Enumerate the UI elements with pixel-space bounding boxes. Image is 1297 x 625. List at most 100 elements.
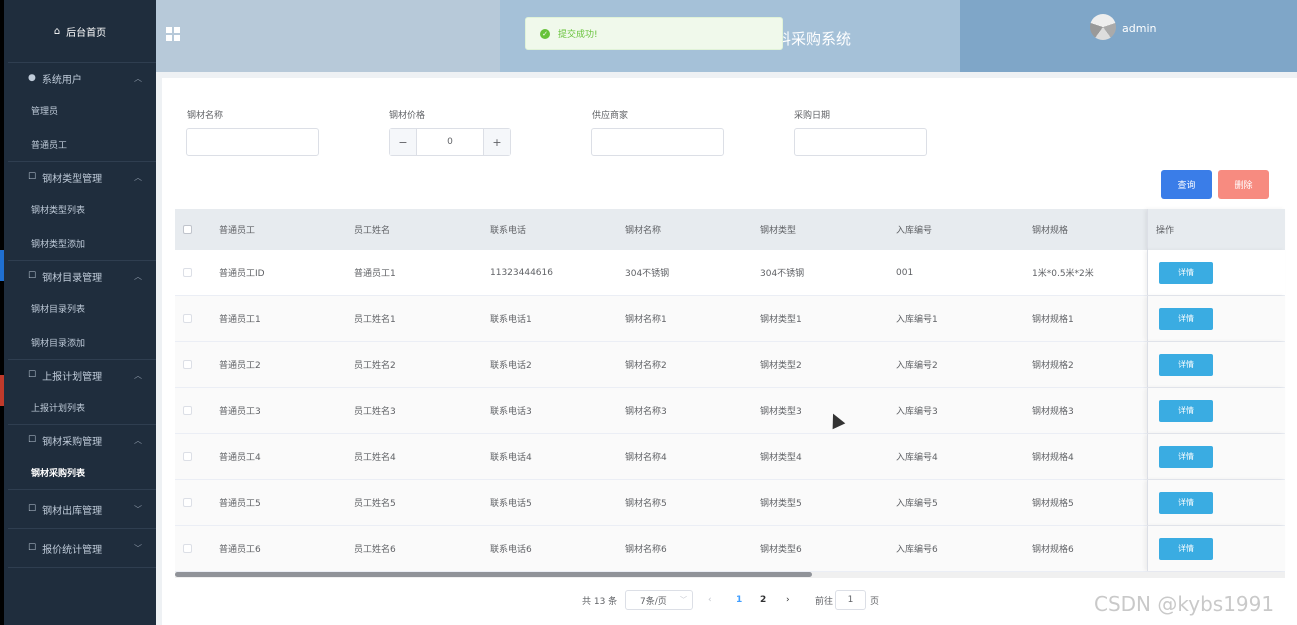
doc-icon: ☐ bbox=[28, 370, 37, 380]
detail-button[interactable]: 详情 bbox=[1159, 261, 1213, 284]
table-cell: 入库编号3 bbox=[896, 407, 938, 417]
table-cell: 钢材规格1 bbox=[1032, 315, 1074, 325]
sidebar: ⌂ 后台首页 ● 系统用户 ︿ 管理员 普通员工 ☐ 钢材类型管理 ︿ 钢材类型… bbox=[4, 0, 156, 625]
column-header: 钢材规格 bbox=[1032, 226, 1069, 236]
sidebar-item-staff[interactable]: 普通员工 bbox=[4, 127, 156, 161]
scrollbar-thumb[interactable] bbox=[175, 572, 812, 577]
detail-button[interactable]: 详情 bbox=[1159, 307, 1213, 330]
row-checkbox[interactable] bbox=[183, 544, 192, 553]
success-icon: ✓ bbox=[540, 28, 550, 39]
sidebar-group-label: 报价统计管理 bbox=[42, 544, 103, 556]
table-cell: 联系电话6 bbox=[490, 545, 532, 555]
sidebar-group-label: 系统用户 bbox=[41, 74, 82, 86]
table-row: 普通员工6 员工姓名6 联系电话6 钢材名称6 钢材类型6 入库编号6 钢材规格6 详情 bbox=[175, 526, 1285, 572]
goto-label: 前往 bbox=[815, 596, 834, 607]
goto-page-input[interactable]: 1 bbox=[835, 590, 866, 610]
sidebar-group-steel-purchase[interactable]: ☐ 钢材采购管理 ︿ bbox=[4, 425, 156, 455]
app-title: 料采购系统 bbox=[776, 30, 852, 48]
chevron-down-icon: ﹀ bbox=[134, 543, 142, 553]
row-checkbox[interactable] bbox=[183, 452, 192, 461]
table-cell: 钢材规格2 bbox=[1032, 361, 1074, 371]
page-unit-label: 页 bbox=[870, 596, 880, 607]
table-cell: 员工姓名2 bbox=[354, 361, 396, 371]
table-cell: 普通员工3 bbox=[219, 407, 261, 417]
row-checkbox[interactable] bbox=[183, 498, 192, 507]
table-row: 普通员工2 员工姓名2 联系电话2 钢材名称2 钢材类型2 入库编号2 钢材规格2 详情 bbox=[175, 342, 1285, 388]
steel-name-label: 钢材名称 bbox=[187, 111, 224, 121]
table-cell: 钢材类型2 bbox=[760, 361, 802, 371]
query-button[interactable]: 查询 bbox=[1161, 170, 1212, 199]
table-cell: 钢材规格4 bbox=[1032, 453, 1074, 463]
home-icon: ⌂ bbox=[53, 25, 61, 37]
table-cell: 普通员工ID bbox=[219, 269, 265, 279]
steel-name-input[interactable] bbox=[186, 128, 319, 156]
detail-button[interactable]: 详情 bbox=[1159, 537, 1213, 560]
grid-icon[interactable] bbox=[166, 27, 180, 41]
sidebar-group-steel-catalog[interactable]: ☐ 钢材目录管理 ︿ bbox=[4, 261, 156, 291]
table-cell: 钢材类型6 bbox=[760, 545, 802, 555]
table-cell: 入库编号5 bbox=[896, 499, 938, 509]
column-header: 员工姓名 bbox=[354, 226, 391, 236]
row-checkbox[interactable] bbox=[183, 314, 192, 323]
detail-button[interactable]: 详情 bbox=[1159, 399, 1213, 422]
sidebar-item-steel-catalog-add[interactable]: 钢材目录添加 bbox=[4, 325, 156, 359]
table-cell: 钢材规格3 bbox=[1032, 407, 1074, 417]
table-cell: 员工姓名1 bbox=[354, 315, 396, 325]
chevron-up-icon: ︿ bbox=[134, 370, 142, 380]
sidebar-group-steel-outbound[interactable]: ☐ 钢材出库管理 ﹀ bbox=[4, 490, 156, 528]
table-cell: 1米*0.5米*2米 bbox=[1032, 269, 1094, 279]
main-content: 钢材名称 钢材价格 − 0 + 供应商家 采购日期 查询 删除 普通员工 员工姓… bbox=[162, 78, 1297, 625]
purchase-table: 普通员工 员工姓名 联系电话 钢材名称 钢材类型 入库编号 钢材规格 操作 普通… bbox=[175, 209, 1285, 572]
toast-message: 提交成功! bbox=[558, 30, 598, 40]
supplier-input[interactable] bbox=[591, 128, 724, 156]
purchase-date-input[interactable] bbox=[794, 128, 927, 156]
sidebar-item-admin[interactable]: 管理员 bbox=[4, 93, 156, 127]
row-checkbox[interactable] bbox=[183, 406, 192, 415]
sidebar-group-steel-type[interactable]: ☐ 钢材类型管理 ︿ bbox=[4, 162, 156, 192]
sidebar-group-label: 钢材出库管理 bbox=[42, 505, 103, 517]
sidebar-group-quote-stats[interactable]: ☐ 报价统计管理 ﹀ bbox=[4, 529, 156, 567]
table-cell: 钢材类型4 bbox=[760, 453, 802, 463]
detail-button[interactable]: 详情 bbox=[1159, 491, 1213, 514]
table-cell: 001 bbox=[896, 267, 914, 278]
prev-page-icon[interactable]: ‹ bbox=[708, 590, 712, 610]
sidebar-item-label: 上报计划列表 bbox=[31, 403, 86, 414]
detail-button[interactable]: 详情 bbox=[1159, 445, 1213, 468]
sidebar-item-label: 管理员 bbox=[31, 106, 59, 117]
sidebar-item-label: 钢材采购列表 bbox=[31, 468, 86, 479]
sidebar-item-steel-type-list[interactable]: 钢材类型列表 bbox=[4, 192, 156, 226]
divider bbox=[8, 567, 156, 568]
table-body: 普通员工ID 普通员工1 11323444616 304不锈钢 304不锈钢 001 1米*… bbox=[175, 250, 1285, 572]
page-1-button[interactable]: 1 bbox=[736, 590, 742, 610]
chevron-up-icon: ︿ bbox=[134, 172, 142, 182]
detail-button[interactable]: 详情 bbox=[1159, 353, 1213, 376]
table-cell: 员工姓名6 bbox=[354, 545, 396, 555]
page-size-value: 7条/页 bbox=[640, 596, 667, 607]
row-checkbox[interactable] bbox=[183, 268, 192, 277]
sidebar-group-system-users[interactable]: ● 系统用户 ︿ bbox=[4, 63, 156, 93]
next-page-icon[interactable]: › bbox=[786, 590, 790, 610]
plus-icon[interactable]: + bbox=[483, 129, 510, 155]
sidebar-home[interactable]: ⌂ 后台首页 bbox=[4, 0, 156, 62]
username[interactable]: admin bbox=[1122, 22, 1156, 35]
sidebar-item-steel-purchase-list[interactable]: 钢材采购列表 bbox=[4, 455, 156, 489]
table-cell: 员工姓名4 bbox=[354, 453, 396, 463]
steel-price-value[interactable]: 0 bbox=[417, 129, 483, 155]
page-size-select[interactable]: 7条/页 ﹀ bbox=[625, 590, 693, 610]
minus-icon[interactable]: − bbox=[390, 129, 417, 155]
sidebar-item-report-plan-list[interactable]: 上报计划列表 bbox=[4, 390, 156, 424]
avatar-icon[interactable] bbox=[1090, 14, 1116, 40]
sidebar-item-steel-type-add[interactable]: 钢材类型添加 bbox=[4, 226, 156, 260]
delete-button[interactable]: 删除 bbox=[1218, 170, 1269, 199]
sidebar-item-steel-catalog-list[interactable]: 钢材目录列表 bbox=[4, 291, 156, 325]
steel-price-stepper[interactable]: − 0 + bbox=[389, 128, 511, 156]
row-checkbox[interactable] bbox=[183, 360, 192, 369]
table-cell: 联系电话4 bbox=[490, 453, 532, 463]
sidebar-group-report-plan[interactable]: ☐ 上报计划管理 ︿ bbox=[4, 360, 156, 390]
page-2-button[interactable]: 2 bbox=[760, 590, 766, 610]
select-all-checkbox[interactable] bbox=[183, 225, 192, 234]
horizontal-scrollbar[interactable] bbox=[175, 572, 1285, 578]
table-cell: 钢材名称6 bbox=[625, 545, 667, 555]
sidebar-item-label: 钢材目录添加 bbox=[31, 338, 86, 349]
table-cell: 普通员工6 bbox=[219, 545, 261, 555]
